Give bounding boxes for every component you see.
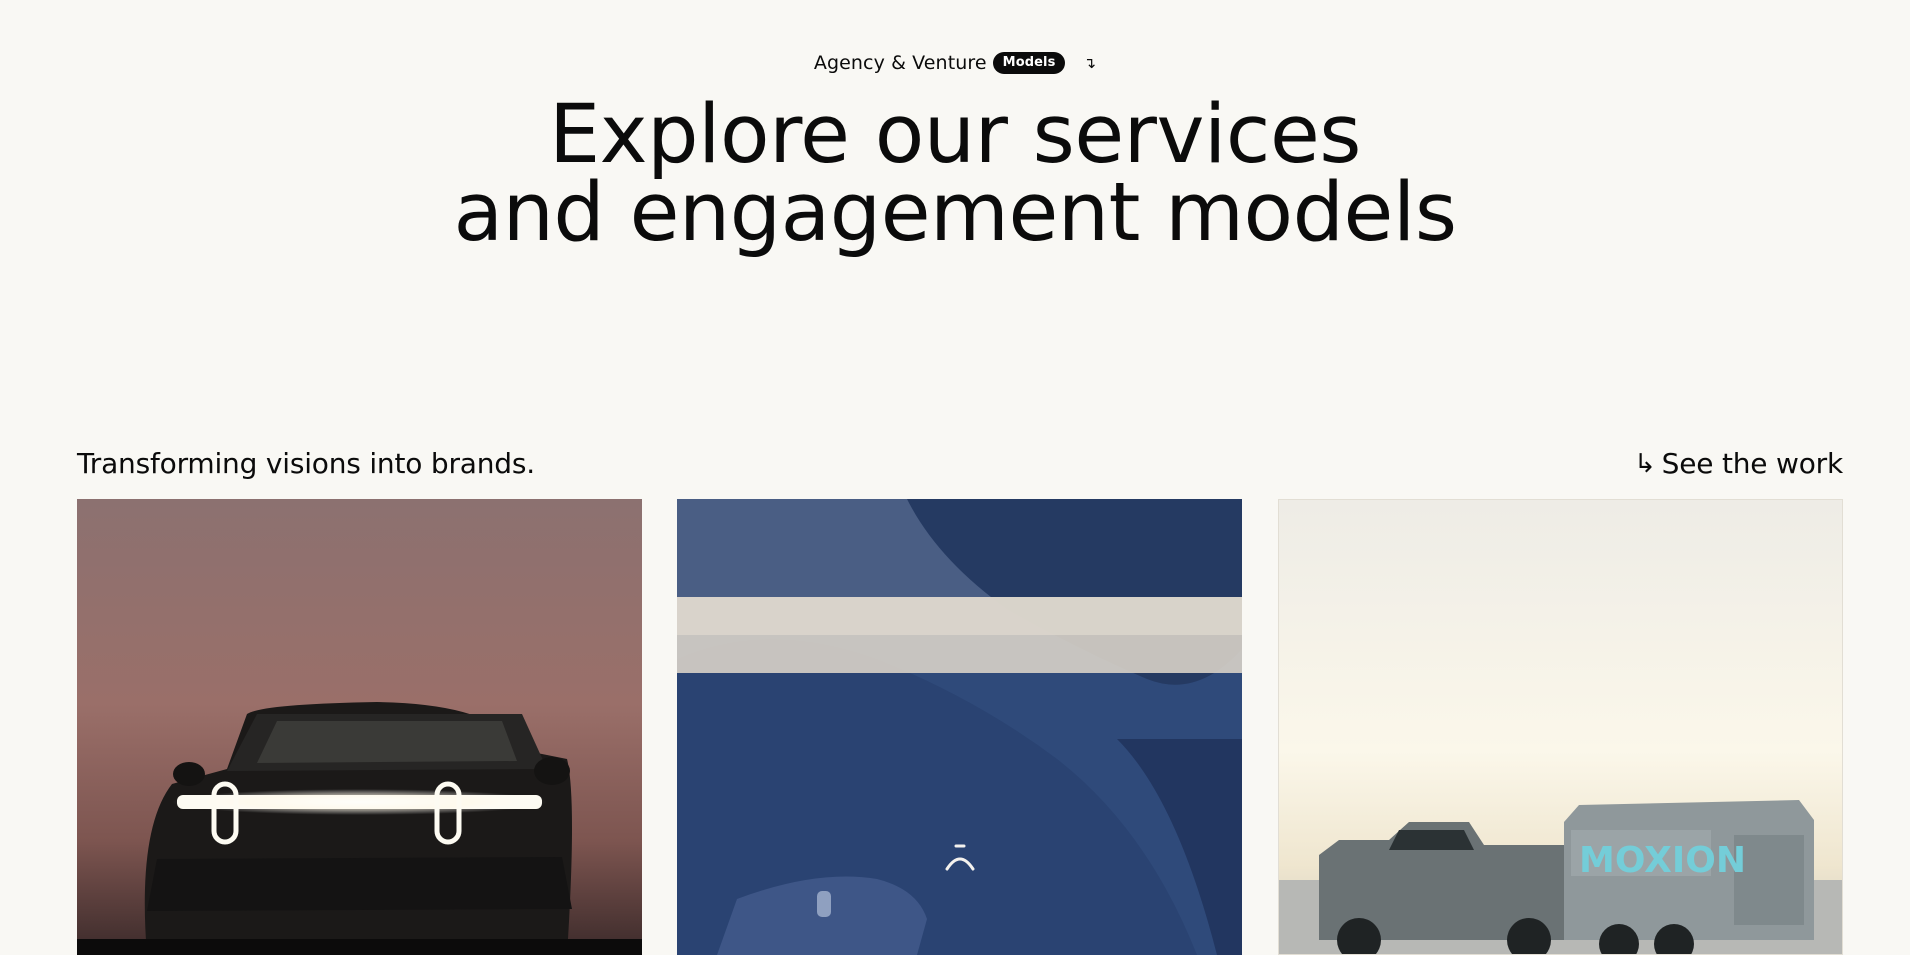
moxion-brand-text: MOXION	[1579, 840, 1746, 881]
card-moxion[interactable]: MOXION	[1278, 499, 1843, 955]
card-truck[interactable]	[77, 499, 642, 955]
trailer-photo-icon: MOXION	[1279, 500, 1842, 954]
page-title: Explore our services and engagement mode…	[0, 95, 1910, 254]
see-the-work-label: See the work	[1661, 447, 1844, 480]
down-arrow-icon[interactable]: ↴	[1083, 54, 1096, 72]
see-the-work-link[interactable]: ↳ See the work	[1634, 447, 1843, 480]
section-title: Transforming visions into brands.	[77, 447, 535, 480]
models-pill[interactable]: Models	[992, 52, 1066, 74]
corner-arrow-icon: ↳	[1634, 448, 1656, 479]
portrait-photo-icon	[677, 499, 1242, 955]
eyebrow: Agency & Venture Models ↴	[0, 52, 1910, 74]
card-portrait[interactable]	[677, 499, 1242, 955]
truck-photo-icon	[77, 702, 642, 955]
eyebrow-text: Agency & Venture	[813, 52, 987, 74]
headline-line-2: and engagement models	[453, 166, 1457, 260]
